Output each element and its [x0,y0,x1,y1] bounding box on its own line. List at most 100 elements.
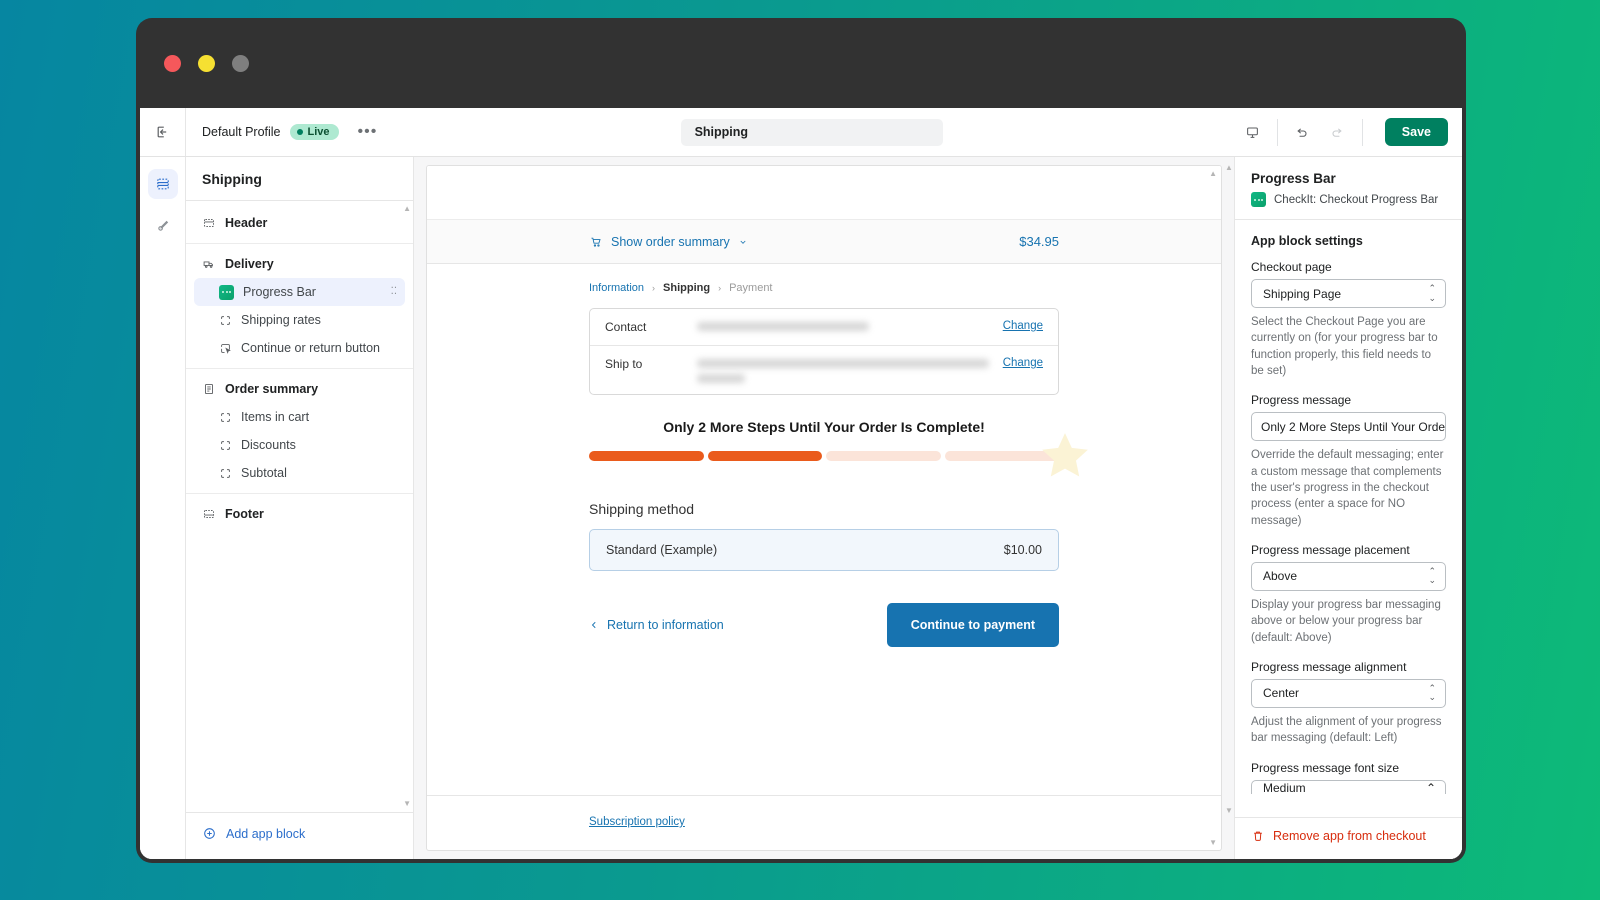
sidebar-scroll-area[interactable]: ▲ ▼ Header [186,201,413,812]
profile-area: Default Profile Live ••• [186,108,383,156]
topbar-divider-2 [1362,119,1363,146]
sidebar-item-progress-bar[interactable]: Progress Bar ⁚⁚ [194,278,405,306]
sidebar-item-discounts[interactable]: Discounts [194,431,405,459]
settings-footer: Remove app from checkout [1235,817,1462,859]
save-button[interactable]: Save [1385,118,1448,146]
contact-row: Contact Change [590,309,1058,345]
page-selector-label: Shipping [695,125,748,139]
undo-icon[interactable] [1289,119,1315,145]
panel-scroll-up-icon[interactable]: ▲ [1225,163,1233,172]
progress-segment-3-empty [826,451,941,461]
browser-window: Default Profile Live ••• Shipping [136,18,1466,863]
show-order-summary-label: Show order summary [611,235,730,249]
footer-icon [202,507,216,521]
progress-message-font-size-select[interactable]: Medium ⌃ [1251,780,1446,794]
breadcrumb-information[interactable]: Information [589,282,644,294]
progress-message-alignment-label: Progress message alignment [1251,660,1446,674]
drag-handle-icon[interactable]: ⁚⁚ [391,287,397,297]
sidebar-group-header: Header [186,203,413,244]
preview-scroll-down-icon[interactable]: ▼ [1209,838,1217,847]
progress-message-placement-help: Display your progress bar messaging abov… [1251,597,1446,646]
progress-message-placement-label: Progress message placement [1251,543,1446,557]
progress-segment-1-filled [589,451,704,461]
contact-change-link[interactable]: Change [1003,320,1043,332]
desktop-icon[interactable] [1240,119,1266,145]
remove-app-label: Remove app from checkout [1273,829,1426,843]
brush-icon[interactable] [148,211,178,241]
progress-message-alignment-select[interactable]: Center ⌃⌄ [1251,679,1446,708]
close-window-button[interactable] [164,55,181,72]
sidebar-item-continue-or-return-button[interactable]: Continue or return button [194,334,405,362]
sections-icon[interactable] [148,169,178,199]
button-icon [219,342,232,355]
sidebar-item-header[interactable]: Header [194,209,405,237]
add-app-block-button[interactable]: Add app block [202,826,305,841]
page-selector[interactable]: Shipping [681,119,943,146]
app-block-icon [1251,192,1266,207]
progress-message-input[interactable]: Only 2 More Steps Until Your Order Is [1251,412,1446,441]
sidebar-item-label: Discounts [241,438,296,452]
sidebar-item-label: Subtotal [241,466,287,480]
ship-to-change-link[interactable]: Change [1003,357,1043,369]
redo-icon[interactable] [1325,119,1351,145]
sidebar-item-label: Items in cart [241,410,309,424]
sidebar-item-shipping-rates[interactable]: Shipping rates [194,306,405,334]
checkout-footer: Subscription policy [427,795,1221,850]
show-order-summary-toggle[interactable]: Show order summary [589,235,748,249]
remove-app-from-checkout-button[interactable]: Remove app from checkout [1251,829,1426,843]
progress-message-alignment-help: Adjust the alignment of your progress ba… [1251,714,1446,747]
window-titlebar [136,18,1466,108]
block-icon [219,314,232,327]
return-to-information-link[interactable]: Return to information [589,618,724,632]
settings-header: Progress Bar CheckIt: Checkout Progress … [1235,157,1462,220]
sections-sidebar: Shipping ▲ ▼ Heade [186,157,414,859]
progress-bar [589,451,1059,461]
more-options-button[interactable]: ••• [352,124,384,140]
sidebar-item-footer[interactable]: Footer [194,500,405,528]
sidebar-item-label: Footer [225,507,264,521]
topbar-actions: Save [1240,108,1462,156]
checkout-page-value: Shipping Page [1263,287,1341,301]
maximize-window-button[interactable] [232,55,249,72]
checkout-page-select[interactable]: Shipping Page ⌃⌄ [1251,279,1446,308]
sidebar-item-label: Order summary [225,382,318,396]
truck-icon [202,257,216,271]
sidebar-item-items-in-cart[interactable]: Items in cart [194,403,405,431]
select-chevron-icon: ⌃⌄ [1428,684,1436,704]
scroll-down-arrow-icon[interactable]: ▼ [403,800,411,808]
order-summary-bar[interactable]: Show order summary $34.95 [427,220,1221,264]
breadcrumb: Information › Shipping › Payment [589,282,1059,294]
editor-topbar: Default Profile Live ••• Shipping [140,108,1462,157]
subscription-policy-link[interactable]: Subscription policy [589,816,685,828]
panel-scroll-down-icon[interactable]: ▼ [1225,806,1233,815]
progress-message-font-size-label: Progress message font size [1251,761,1446,775]
shipping-option-standard[interactable]: Standard (Example) $10.00 [589,529,1059,571]
sidebar-item-delivery[interactable]: Delivery [194,250,405,278]
sidebar-item-subtotal[interactable]: Subtotal [194,459,405,487]
header-icon [202,216,216,230]
preview-scroll-up-icon[interactable]: ▲ [1209,169,1217,178]
breadcrumb-separator-icon: › [652,283,655,293]
settings-app-name: CheckIt: Checkout Progress Bar [1274,194,1438,206]
trash-icon [1251,829,1265,843]
minimize-window-button[interactable] [198,55,215,72]
progress-message-alignment-value: Center [1263,686,1299,700]
continue-to-payment-button[interactable]: Continue to payment [887,603,1059,647]
return-to-information-label: Return to information [607,618,724,632]
block-icon [219,439,232,452]
exit-icon[interactable] [150,119,176,145]
breadcrumb-separator-icon-2: › [718,283,721,293]
sidebar-item-label: Progress Bar [243,285,316,299]
sidebar-item-label: Delivery [225,257,274,271]
shipping-method-title: Shipping method [589,501,1059,517]
sidebar-item-label: Header [225,216,267,230]
settings-fields: App block settings Checkout page Shippin… [1235,220,1462,817]
editor-body: Shipping ▲ ▼ Heade [140,157,1462,859]
plus-circle-icon [202,826,217,841]
left-rail [140,157,186,859]
app-viewport: Default Profile Live ••• Shipping [140,108,1462,859]
star-icon [1037,428,1093,484]
sidebar-item-order-summary[interactable]: Order summary [194,375,405,403]
progress-message-placement-select[interactable]: Above ⌃⌄ [1251,562,1446,591]
checkout-page-label: Checkout page [1251,260,1446,274]
